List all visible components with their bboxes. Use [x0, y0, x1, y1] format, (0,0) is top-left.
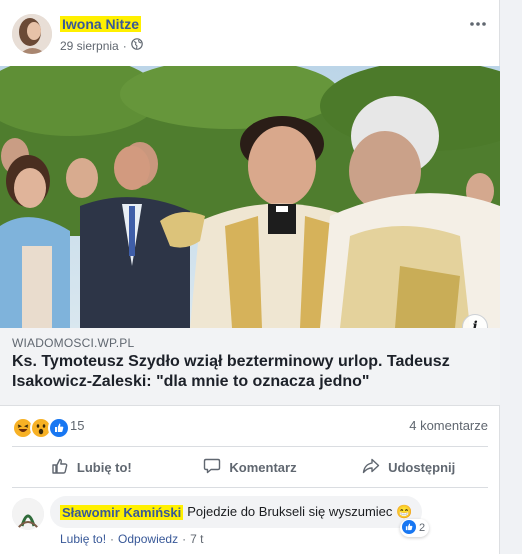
- post-date[interactable]: 29 sierpnia: [60, 39, 119, 53]
- like-icon: [48, 417, 70, 439]
- share-button[interactable]: Udostępnij: [329, 447, 488, 487]
- share-button-label: Udostępnij: [388, 459, 456, 475]
- action-bar: Lubię to! Komentarz Udostępnij: [12, 446, 488, 488]
- post-card: Iwona Nitze 29 sierpnia · i WIADOMOSCI.W…: [0, 0, 500, 554]
- post-header: Iwona Nitze 29 sierpnia ·: [0, 0, 500, 66]
- more-dots-icon[interactable]: [468, 14, 488, 34]
- author-avatar[interactable]: [12, 14, 52, 54]
- like-button-label: Lubię to!: [76, 459, 132, 475]
- globe-icon: [130, 38, 143, 53]
- reaction-count[interactable]: 15: [70, 418, 84, 433]
- comment-like-badge[interactable]: 2: [400, 519, 430, 537]
- reactions-bar: 15 4 komentarze: [0, 406, 500, 446]
- photo-illustration: [0, 66, 500, 328]
- comment-author[interactable]: Sławomir Kamiński: [60, 504, 184, 520]
- comment-actions: Lubię to! · Odpowiedz · 7 t: [60, 532, 203, 546]
- share-outline-icon: [362, 457, 380, 478]
- commenter-avatar[interactable]: [12, 498, 44, 530]
- comment-outline-icon: [203, 457, 221, 478]
- comment-text: Pojedzie do Brukseli się wyszumiec 😁: [187, 504, 413, 519]
- comment-bubble: Sławomir Kamiński Pojedzie do Brukseli s…: [50, 496, 423, 528]
- reaction-icons[interactable]: [12, 417, 70, 439]
- post-meta: 29 sierpnia ·: [60, 38, 143, 53]
- comment-button[interactable]: Komentarz: [171, 447, 330, 487]
- comment-like-link[interactable]: Lubię to!: [60, 532, 106, 546]
- comment-time[interactable]: 7 t: [190, 532, 203, 546]
- link-headline[interactable]: Ks. Tymoteusz Szydło wziął bezterminowy …: [12, 352, 482, 392]
- like-icon: [402, 519, 416, 537]
- comment-count[interactable]: 4 komentarze: [409, 418, 488, 433]
- comment-separator: ·: [110, 532, 115, 546]
- link-image[interactable]: i: [0, 66, 500, 328]
- comment-button-label: Komentarz: [229, 459, 297, 475]
- comment-reply-link[interactable]: Odpowiedz: [118, 532, 178, 546]
- post-author[interactable]: Iwona Nitze: [60, 16, 142, 32]
- comment-separator: ·: [182, 532, 187, 546]
- like-outline-icon: [51, 457, 69, 478]
- link-domain: WIADOMOSCI.WP.PL: [12, 336, 135, 350]
- link-preview[interactable]: WIADOMOSCI.WP.PL Ks. Tymoteusz Szydło wz…: [0, 328, 500, 406]
- like-button[interactable]: Lubię to!: [12, 447, 171, 487]
- comment-item: Sławomir Kamiński Pojedzie do Brukseli s…: [0, 494, 500, 554]
- meta-separator: ·: [122, 38, 127, 53]
- comment-like-count: 2: [419, 522, 426, 534]
